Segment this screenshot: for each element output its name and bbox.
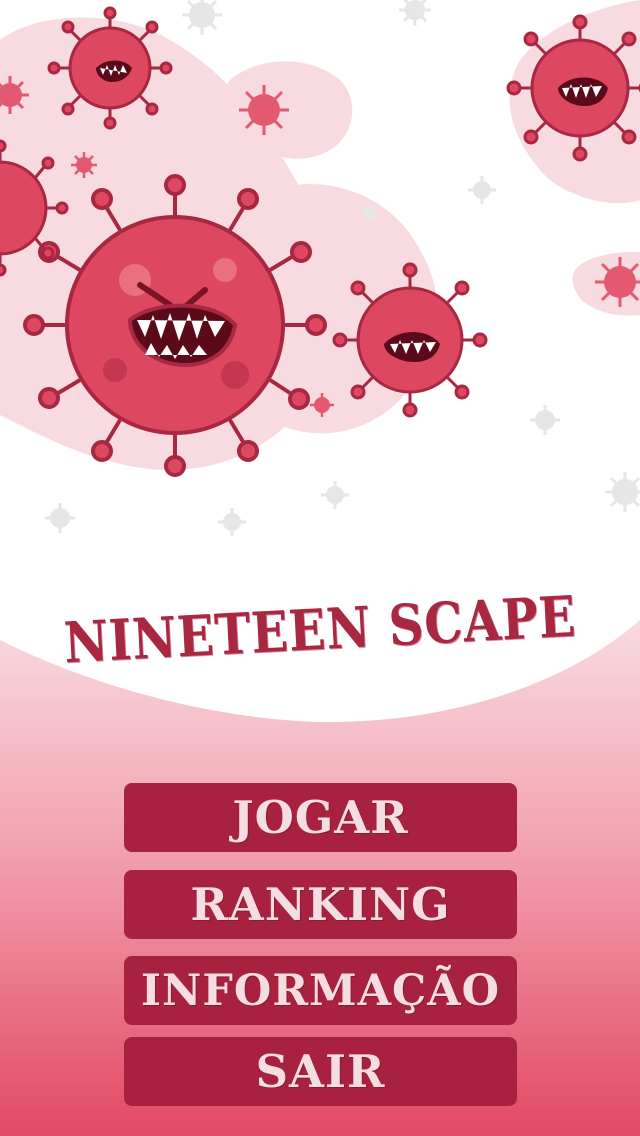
exit-button-label: SAIR (255, 1045, 386, 1098)
virus-monster-icon (332, 262, 488, 418)
play-button[interactable]: JOGAR (124, 783, 517, 852)
virus-particle-icon (182, 0, 222, 35)
virus-particle-icon (321, 481, 349, 509)
game-screen: NINETEEN SCAPE JOGAR RANKING INFORMAÇÃO … (0, 0, 640, 1136)
virus-particle-icon (45, 503, 75, 533)
virus-particle-icon (218, 508, 246, 536)
title-container: NINETEEN SCAPE (0, 575, 640, 685)
virus-particle-icon (363, 207, 377, 221)
exit-button[interactable]: SAIR (124, 1037, 517, 1106)
virus-particle-icon (468, 176, 496, 204)
play-button-label: JOGAR (232, 791, 409, 844)
virus-monster-icon (47, 6, 173, 130)
ranking-button[interactable]: RANKING (124, 870, 517, 939)
main-menu: JOGAR RANKING INFORMAÇÃO SAIR (124, 783, 517, 1124)
virus-particle-icon (605, 472, 640, 512)
virus-particle-icon (399, 0, 431, 26)
virus-particle-icon (239, 85, 289, 135)
info-button[interactable]: INFORMAÇÃO (124, 956, 517, 1025)
game-title: NINETEEN SCAPE (62, 583, 578, 677)
info-button-label: INFORMAÇÃO (140, 965, 501, 1016)
ranking-button-label: RANKING (190, 878, 451, 931)
virus-particle-icon (530, 405, 560, 435)
